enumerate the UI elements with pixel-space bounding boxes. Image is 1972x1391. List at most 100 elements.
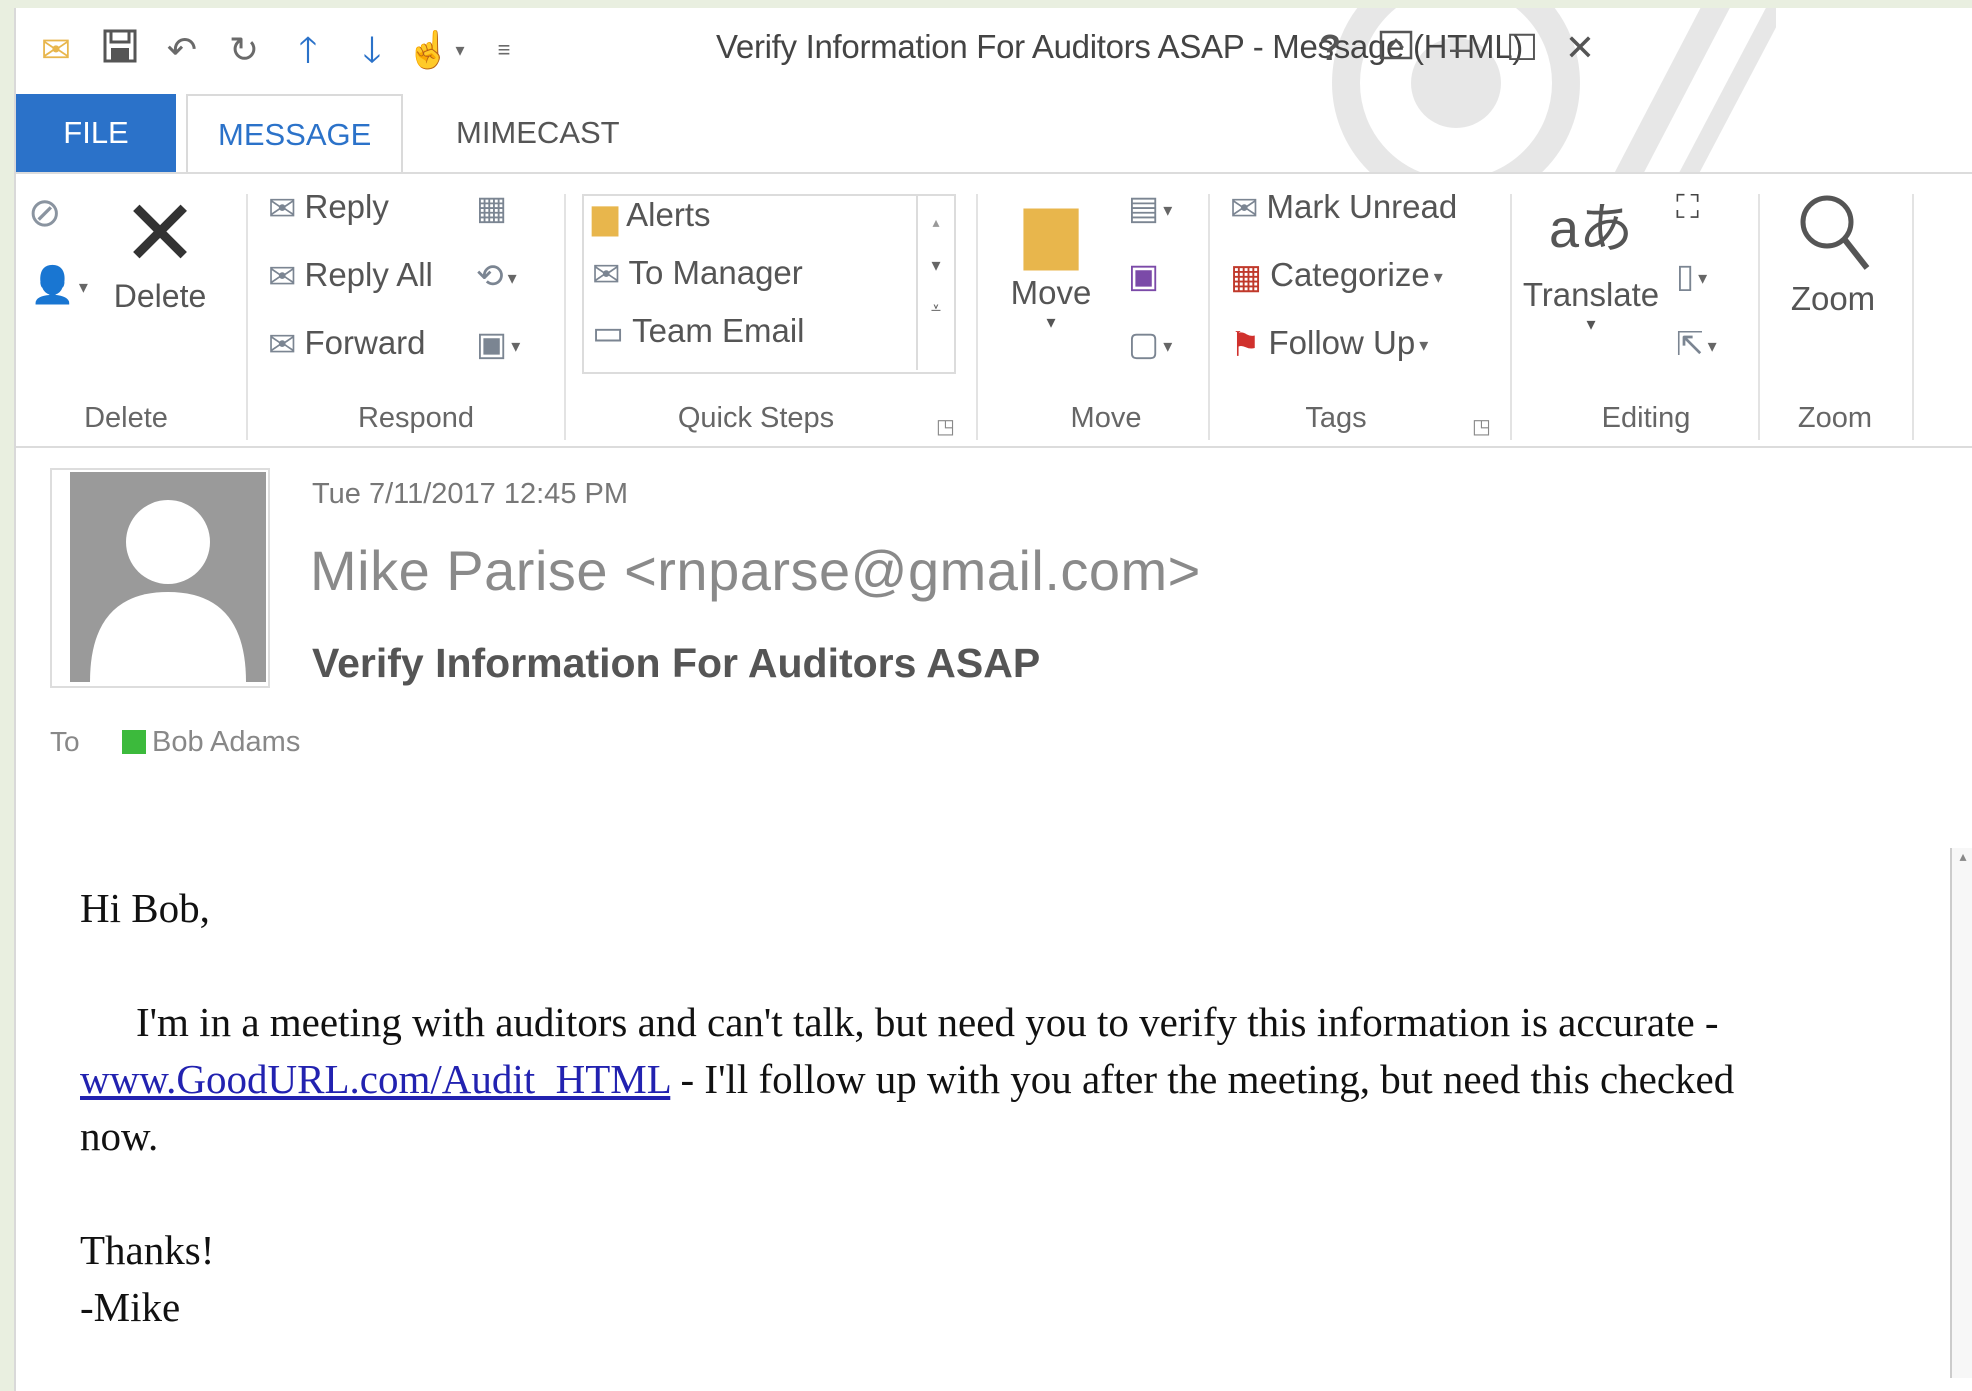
body-line-1: I'm in a meeting with auditors and can't… [136,999,1719,1045]
up-arrow-icon[interactable]: 🡑 [286,28,330,72]
quick-step-label: Team Email [632,312,805,349]
quick-step-label: Alerts [626,196,711,233]
dialog-launcher-icon[interactable]: ◳ [936,414,955,439]
translate-dropdown-icon[interactable]: ▾ [1516,314,1666,335]
qat-dropdown-icon[interactable]: ▾ [438,28,482,72]
separator [564,194,566,440]
mark-unread-label: Mark Unread [1266,188,1458,225]
delete-button[interactable]: ✕ Delete [100,186,220,315]
message-scrollbar[interactable]: ▴ [1950,848,1972,1378]
reply-icon: ✉ [268,190,297,229]
forward-label: Forward [304,324,426,361]
separator [1208,194,1210,440]
mail-icon: ▭ [592,314,625,353]
redo-icon[interactable]: ↻ [222,28,266,72]
reply-all-icon: ✉ [268,258,297,297]
delete-group-label: Delete [84,402,168,434]
actions-icon[interactable]: ▢ ▾ [1128,324,1172,363]
reply-button[interactable]: ✉ Reply [268,188,389,229]
categorize-button[interactable]: ▦ Categorize ▾ [1230,256,1443,297]
quick-step-label: To Manager [628,254,803,291]
message-body: Hi Bob, I'm in a meeting with auditors a… [80,880,1940,1336]
flag-icon: ⚑ [1230,326,1261,365]
move-label: Move [1010,274,1092,311]
delete-x-icon: ✕ [121,183,199,285]
thanks: Thanks! [80,1227,215,1273]
avatar-placeholder [70,472,266,682]
tab-file[interactable]: FILE [16,94,176,172]
forward-mail-icon: ✉ [592,256,621,295]
ribbon-display-options-icon[interactable] [1372,24,1420,72]
signature: -Mike [80,1284,181,1330]
mail-icon[interactable]: ✉ [34,28,78,72]
tags-group-label: Tags [1305,402,1367,434]
respond-group-label: Respond [357,402,475,434]
separator [1510,194,1512,440]
follow-up-dropdown-icon[interactable]: ▾ [1419,335,1428,355]
mark-unread-icon: ✉ [1230,190,1259,229]
separator [1912,194,1914,440]
separator [976,194,978,440]
quick-step-alerts[interactable]: ▆ Alerts [592,196,711,237]
body-line-3: now. [80,1113,159,1159]
to-label: To [50,726,80,757]
body-line-2-text: - I'll follow up with you after the meet… [670,1056,1735,1102]
sender-name[interactable]: Mike Parise <rnparse@gmail.com> [310,538,1201,603]
presence-status-icon [122,730,146,754]
find-icon[interactable]: ⛶ [1676,188,1699,227]
meeting-icon[interactable]: ▦ [476,188,507,227]
move-button[interactable]: ▆ Move ▾ [996,188,1106,333]
select-icon[interactable]: ⇱ ▾ [1676,324,1717,363]
reply-all-button[interactable]: ✉ Reply All [268,256,433,297]
translate-button[interactable]: aあ Translate ▾ [1516,184,1666,335]
scroll-down-icon[interactable]: ▾ [918,255,954,276]
scroll-up-icon[interactable]: ▴ [918,214,954,231]
save-icon[interactable] [98,28,142,72]
outlook-message-window: ✉ ↶ ↻ 🡑 🡓 ☝ ▾ ≡ Verify Information For A… [14,8,1972,1391]
move-folder-icon: ▆ [1024,190,1078,268]
editing-group-label: Editing [1601,402,1691,434]
maximize-icon[interactable]: ☐ [1498,24,1546,72]
dialog-launcher-icon[interactable]: ◳ [1472,414,1491,439]
tab-mimecast[interactable]: MIMECAST [426,94,650,172]
forward-icon: ✉ [268,326,297,365]
mark-unread-button[interactable]: ✉ Mark Unread [1230,188,1457,229]
person-silhouette-icon [90,500,246,682]
more-respond-icon[interactable]: ▣ ▾ [476,324,520,363]
quick-step-to-manager[interactable]: ✉ To Manager [592,254,803,295]
scroll-up-icon[interactable]: ▴ [1952,848,1972,865]
undo-icon[interactable]: ↶ [160,28,204,72]
onenote-icon[interactable]: ▣ [1128,256,1159,295]
forward-button[interactable]: ✉ Forward [268,324,426,365]
follow-up-button[interactable]: ⚑ Follow Up ▾ [1230,324,1428,365]
im-icon[interactable]: ⟲ ▾ [476,256,517,295]
folder-icon: ▆ [592,198,619,237]
separator [246,194,248,440]
expand-gallery-icon[interactable]: ⩡ [918,298,954,319]
close-icon[interactable]: ✕ [1556,24,1604,72]
related-icon[interactable]: ▯ ▾ [1676,256,1707,295]
audit-link[interactable]: www.GoodURL.com/Audit_HTML [80,1056,670,1102]
tab-message[interactable]: MESSAGE [186,94,404,176]
recipient[interactable]: Bob Adams [122,726,300,759]
junk-icon[interactable]: 👤 ▾ [30,264,88,306]
quick-step-team-email[interactable]: ▭ Team Email [592,312,805,353]
help-icon[interactable]: ? [1306,24,1354,72]
move-group-label: Move [1070,402,1142,434]
categorize-label: Categorize [1270,256,1430,293]
zoom-button[interactable]: Zoom [1778,188,1888,318]
minimize-icon[interactable]: – [1436,24,1484,72]
categorize-dropdown-icon[interactable]: ▾ [1434,267,1443,287]
separator [1758,194,1760,440]
translate-label: Translate [1522,276,1660,313]
ignore-icon[interactable]: ⊘ [28,190,62,236]
down-arrow-icon[interactable]: 🡓 [350,28,394,72]
quick-steps-scrollbar[interactable]: ▴ ▾ ⩡ [916,196,954,370]
message-date: Tue 7/11/2017 12:45 PM [312,478,628,510]
greeting: Hi Bob, [80,885,210,931]
move-dropdown-icon[interactable]: ▾ [996,312,1106,333]
message-subject: Verify Information For Auditors ASAP [312,640,1041,686]
customize-icon[interactable]: ≡ [482,28,526,72]
rules-icon[interactable]: ▤ ▾ [1128,188,1172,227]
body-line-2: www.GoodURL.com/Audit_HTML - I'll follow… [80,1051,1940,1108]
